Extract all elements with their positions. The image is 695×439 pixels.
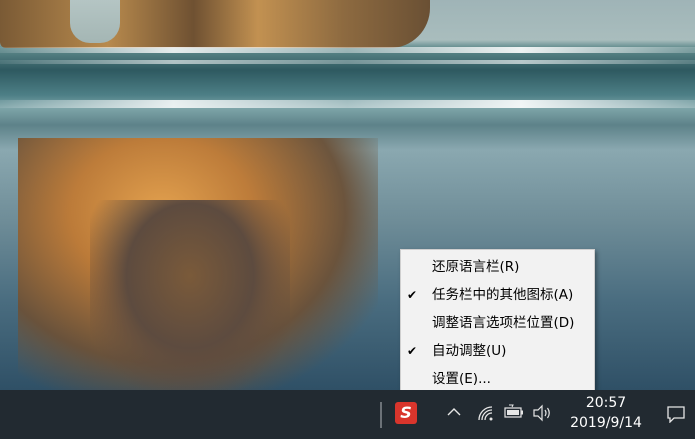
taskbar-clock[interactable]: 20:57 2019/9/14 [564,393,648,433]
wallpaper-arch [70,0,120,43]
language-bar-context-menu: 还原语言栏(R) ✔ 任务栏中的其他图标(A) 调整语言选项栏位置(D) ✔ 自… [400,249,595,391]
taskbar-divider [380,402,382,428]
menu-item-label: 自动调整(U) [432,343,507,359]
menu-item-auto-adjust[interactable]: ✔ 自动调整(U) [401,337,594,365]
speaker-icon[interactable] [532,404,552,426]
wallpaper-reflection-shadow [90,200,290,390]
chevron-up-icon[interactable] [446,404,462,424]
wallpaper-rock [0,0,430,48]
checkmark-icon: ✔ [406,344,418,358]
menu-item-label: 调整语言选项栏位置(D) [432,315,575,331]
battery-icon[interactable] [503,404,525,424]
wallpaper-wave [0,100,695,108]
menu-item-restore-language-bar[interactable]: 还原语言栏(R) [401,253,594,281]
wallpaper-wave [0,60,695,64]
clock-date: 2019/9/14 [570,415,642,431]
menu-item-settings[interactable]: 设置(E)... [401,365,594,393]
wifi-icon[interactable] [476,404,494,426]
sogou-ime-icon[interactable]: S [393,400,419,426]
checkmark-icon: ✔ [406,288,418,302]
menu-item-adjust-language-bar-position[interactable]: 调整语言选项栏位置(D) [401,309,594,337]
clock-time: 20:57 [585,395,627,411]
menu-item-label: 设置(E)... [432,371,491,387]
wallpaper-wave [0,47,695,53]
action-center-icon[interactable] [666,405,686,427]
menu-item-label: 还原语言栏(R) [432,259,520,275]
menu-item-other-taskbar-icons[interactable]: ✔ 任务栏中的其他图标(A) [401,281,594,309]
menu-item-label: 任务栏中的其他图标(A) [432,287,574,303]
ime-icon-letter: S [400,403,412,422]
